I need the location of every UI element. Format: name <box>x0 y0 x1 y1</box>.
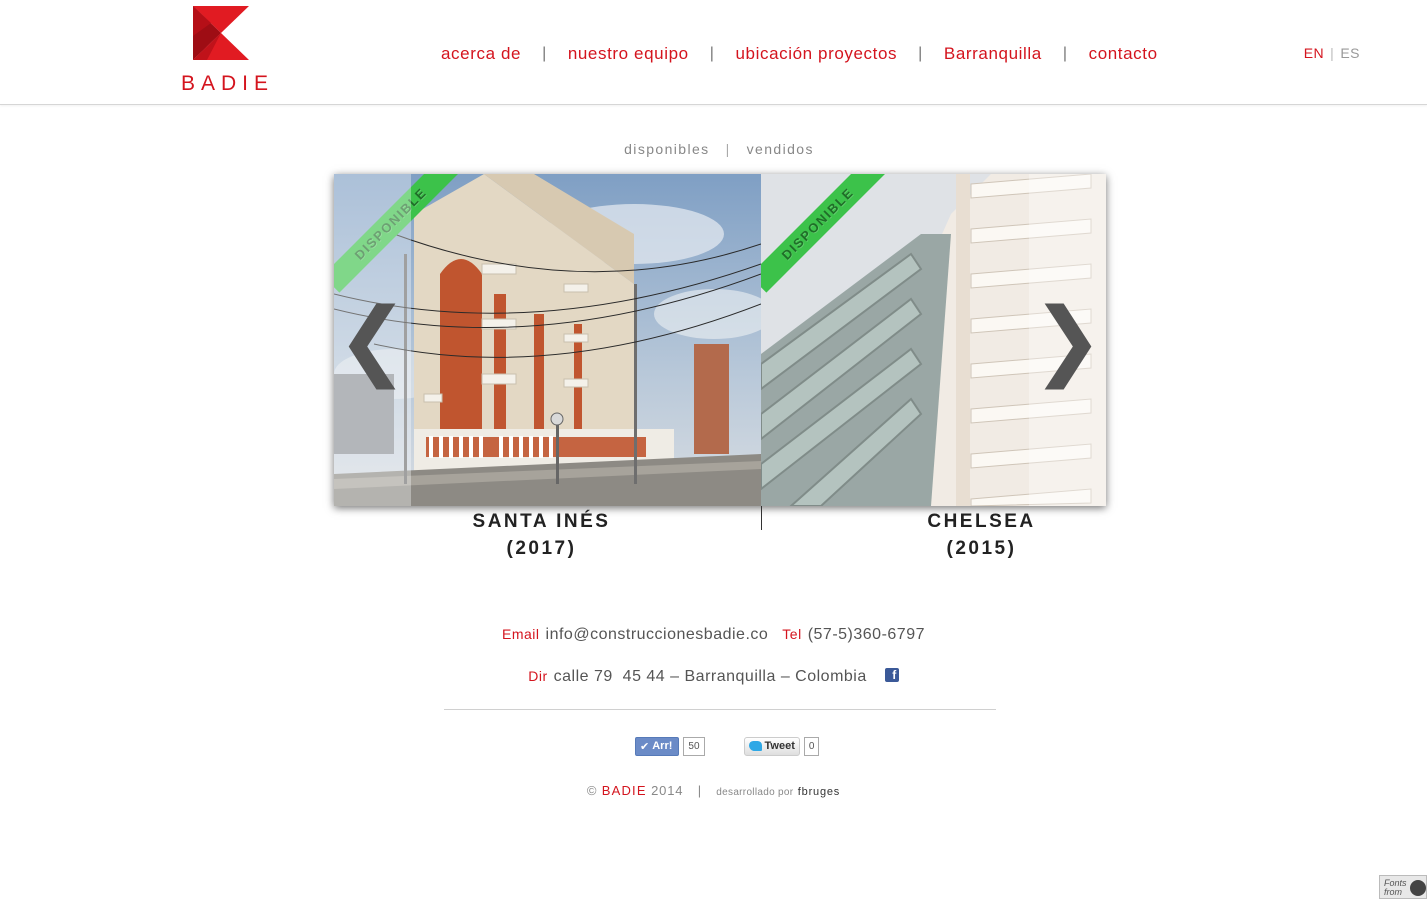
tweet-button[interactable]: Tweet <box>743 736 800 756</box>
footer-divider <box>444 709 996 710</box>
project-name: SANTA INÉS <box>472 511 611 532</box>
filter-sold[interactable]: vendidos <box>747 141 814 157</box>
project-name: CHELSEA <box>927 511 1036 532</box>
logo-wordmark: BADIE <box>181 72 275 95</box>
developed-by-label: desarrollado por <box>716 787 794 798</box>
address-text: calle 79 45 44 – Barranquilla – Colombia <box>553 668 867 685</box>
footer-brand: BADIE <box>601 783 647 798</box>
project-caption-chelsea[interactable]: CHELSEA (2015) <box>768 508 1195 562</box>
badie-logo-icon <box>193 6 249 60</box>
nav-separator: | <box>542 45 547 62</box>
filter-separator: | <box>725 141 731 157</box>
project-filter: disponibles | vendidos <box>0 141 1427 157</box>
contact-line-address: Dir calle 79 45 44 – Barranquilla – Colom… <box>0 668 1427 686</box>
nav-link-barranquilla[interactable]: Barranquilla <box>944 44 1042 64</box>
phone-number: (57-5)360-6797 <box>807 626 925 643</box>
nav-link-about[interactable]: acerca de <box>441 44 521 64</box>
contact-line-email-tel: Email info@construccionesbadie.co Tel (57-5… <box>0 626 1427 644</box>
nav-separator: | <box>918 45 923 62</box>
lang-es[interactable]: ES <box>1340 45 1360 61</box>
language-switcher: EN | ES <box>1304 45 1360 61</box>
chevron-right-icon: ❯ <box>1031 290 1104 390</box>
project-carousel: DISPONIBLE DISPONIBLE ❮ ❯ <box>334 174 1106 506</box>
arr-like-button[interactable]: ✔ Arr! <box>635 736 680 756</box>
caption-divider <box>761 506 762 530</box>
site-header: BADIE acerca de | nuestro equipo | ubica… <box>0 0 1427 105</box>
copyright-symbol: © <box>586 783 598 798</box>
badie-logo[interactable]: BADIE <box>181 6 268 95</box>
footer-separator: | <box>697 783 702 798</box>
arr-count: 50 <box>683 736 705 756</box>
site-footer: © BADIE 2014 | desarrollado por fbruges <box>0 783 1427 798</box>
facebook-icon[interactable]: f <box>884 668 899 682</box>
lang-en[interactable]: EN <box>1304 45 1324 61</box>
project-year: (2017) <box>506 538 577 559</box>
filter-available[interactable]: disponibles <box>613 141 709 157</box>
project-year: (2015) <box>946 538 1017 559</box>
font-service-icon <box>1410 880 1426 896</box>
social-share-bar: ✔ Arr! 50 Tweet 0 <box>635 736 820 756</box>
nav-link-project-location[interactable]: ubicación proyectos <box>735 44 897 64</box>
check-icon: ✔ <box>640 739 650 753</box>
chevron-left-icon: ❮ <box>336 290 409 390</box>
nav-separator: | <box>709 45 715 62</box>
nav-link-contact[interactable]: contacto <box>1089 44 1158 64</box>
email-label: Email <box>502 626 540 642</box>
carousel-next-button[interactable]: ❯ <box>1029 174 1106 506</box>
main-nav: acerca de | nuestro equipo | ubicación p… <box>441 42 1158 66</box>
lang-separator: | <box>1330 45 1335 61</box>
tweet-count: 0 <box>803 736 820 756</box>
nav-link-team[interactable]: nuestro equipo <box>568 44 689 64</box>
address-label: Dir <box>528 668 548 684</box>
email-link[interactable]: info@construccionesbadie.co <box>546 626 769 643</box>
tel-label: Tel <box>782 626 802 642</box>
carousel-prev-button[interactable]: ❮ <box>334 174 411 506</box>
fonts-from-badge[interactable]: Fonts from <box>1379 875 1427 899</box>
twitter-bird-icon <box>748 741 762 751</box>
project-caption-santa-ines[interactable]: SANTA INÉS (2017) <box>328 508 755 562</box>
nav-separator: | <box>1062 45 1068 62</box>
developer-link[interactable]: fbruges <box>798 786 840 798</box>
footer-year: 2014 <box>651 783 684 798</box>
